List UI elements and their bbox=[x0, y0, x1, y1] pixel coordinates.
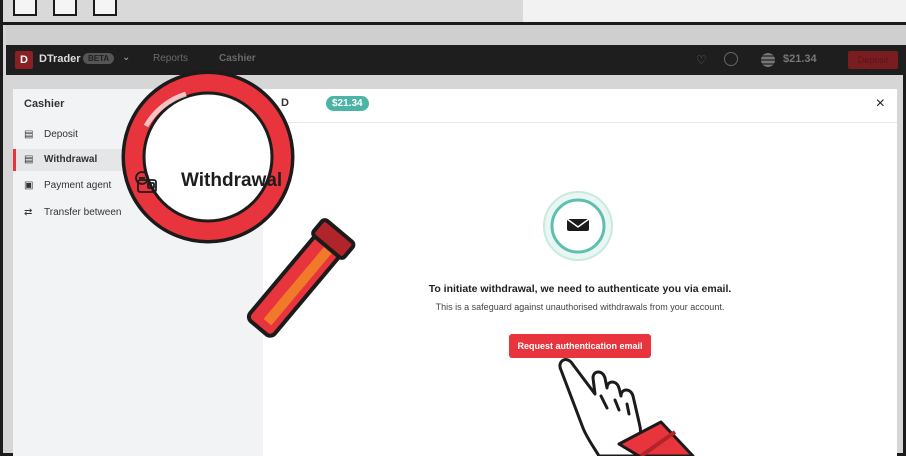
active-indicator bbox=[13, 149, 16, 171]
window-control-3[interactable] bbox=[93, 0, 117, 16]
deposit-button[interactable]: Deposit bbox=[848, 51, 898, 69]
payment-agent-icon: ▣ bbox=[24, 180, 34, 191]
close-icon[interactable]: × bbox=[876, 95, 885, 113]
transfer-icon: ⇄ bbox=[24, 207, 33, 218]
browser-bar bbox=[6, 25, 906, 45]
sidebar-item-label: Deposit bbox=[44, 129, 78, 140]
withdrawal-icon bbox=[135, 171, 157, 193]
deriv-logo[interactable]: D bbox=[15, 51, 33, 69]
usd-flag-icon bbox=[761, 53, 775, 67]
window-control-1[interactable] bbox=[13, 0, 37, 16]
window-top-strip bbox=[3, 0, 906, 25]
bell-icon[interactable]: ♡ bbox=[696, 53, 707, 67]
sidebar-title: Cashier bbox=[24, 98, 65, 110]
account-balance[interactable]: $21.34 bbox=[783, 53, 817, 65]
screen-frame: D DTrader BETA ⌄ Reports Cashier ♡ $21.3… bbox=[0, 0, 906, 456]
magnified-withdrawal-label: Withdrawal bbox=[181, 170, 283, 191]
wallet-icon: ▤ bbox=[24, 129, 34, 140]
sidebar-item-label: Withdrawal bbox=[44, 154, 98, 165]
magnifier-illustration bbox=[121, 70, 356, 338]
pointing-hand-icon bbox=[558, 358, 695, 456]
window-control-2[interactable] bbox=[53, 0, 77, 16]
withdrawal-icon: ▤ bbox=[24, 154, 34, 165]
app-name[interactable]: DTrader bbox=[39, 53, 81, 65]
account-icon[interactable] bbox=[724, 52, 738, 66]
email-verification-icon bbox=[543, 191, 613, 261]
